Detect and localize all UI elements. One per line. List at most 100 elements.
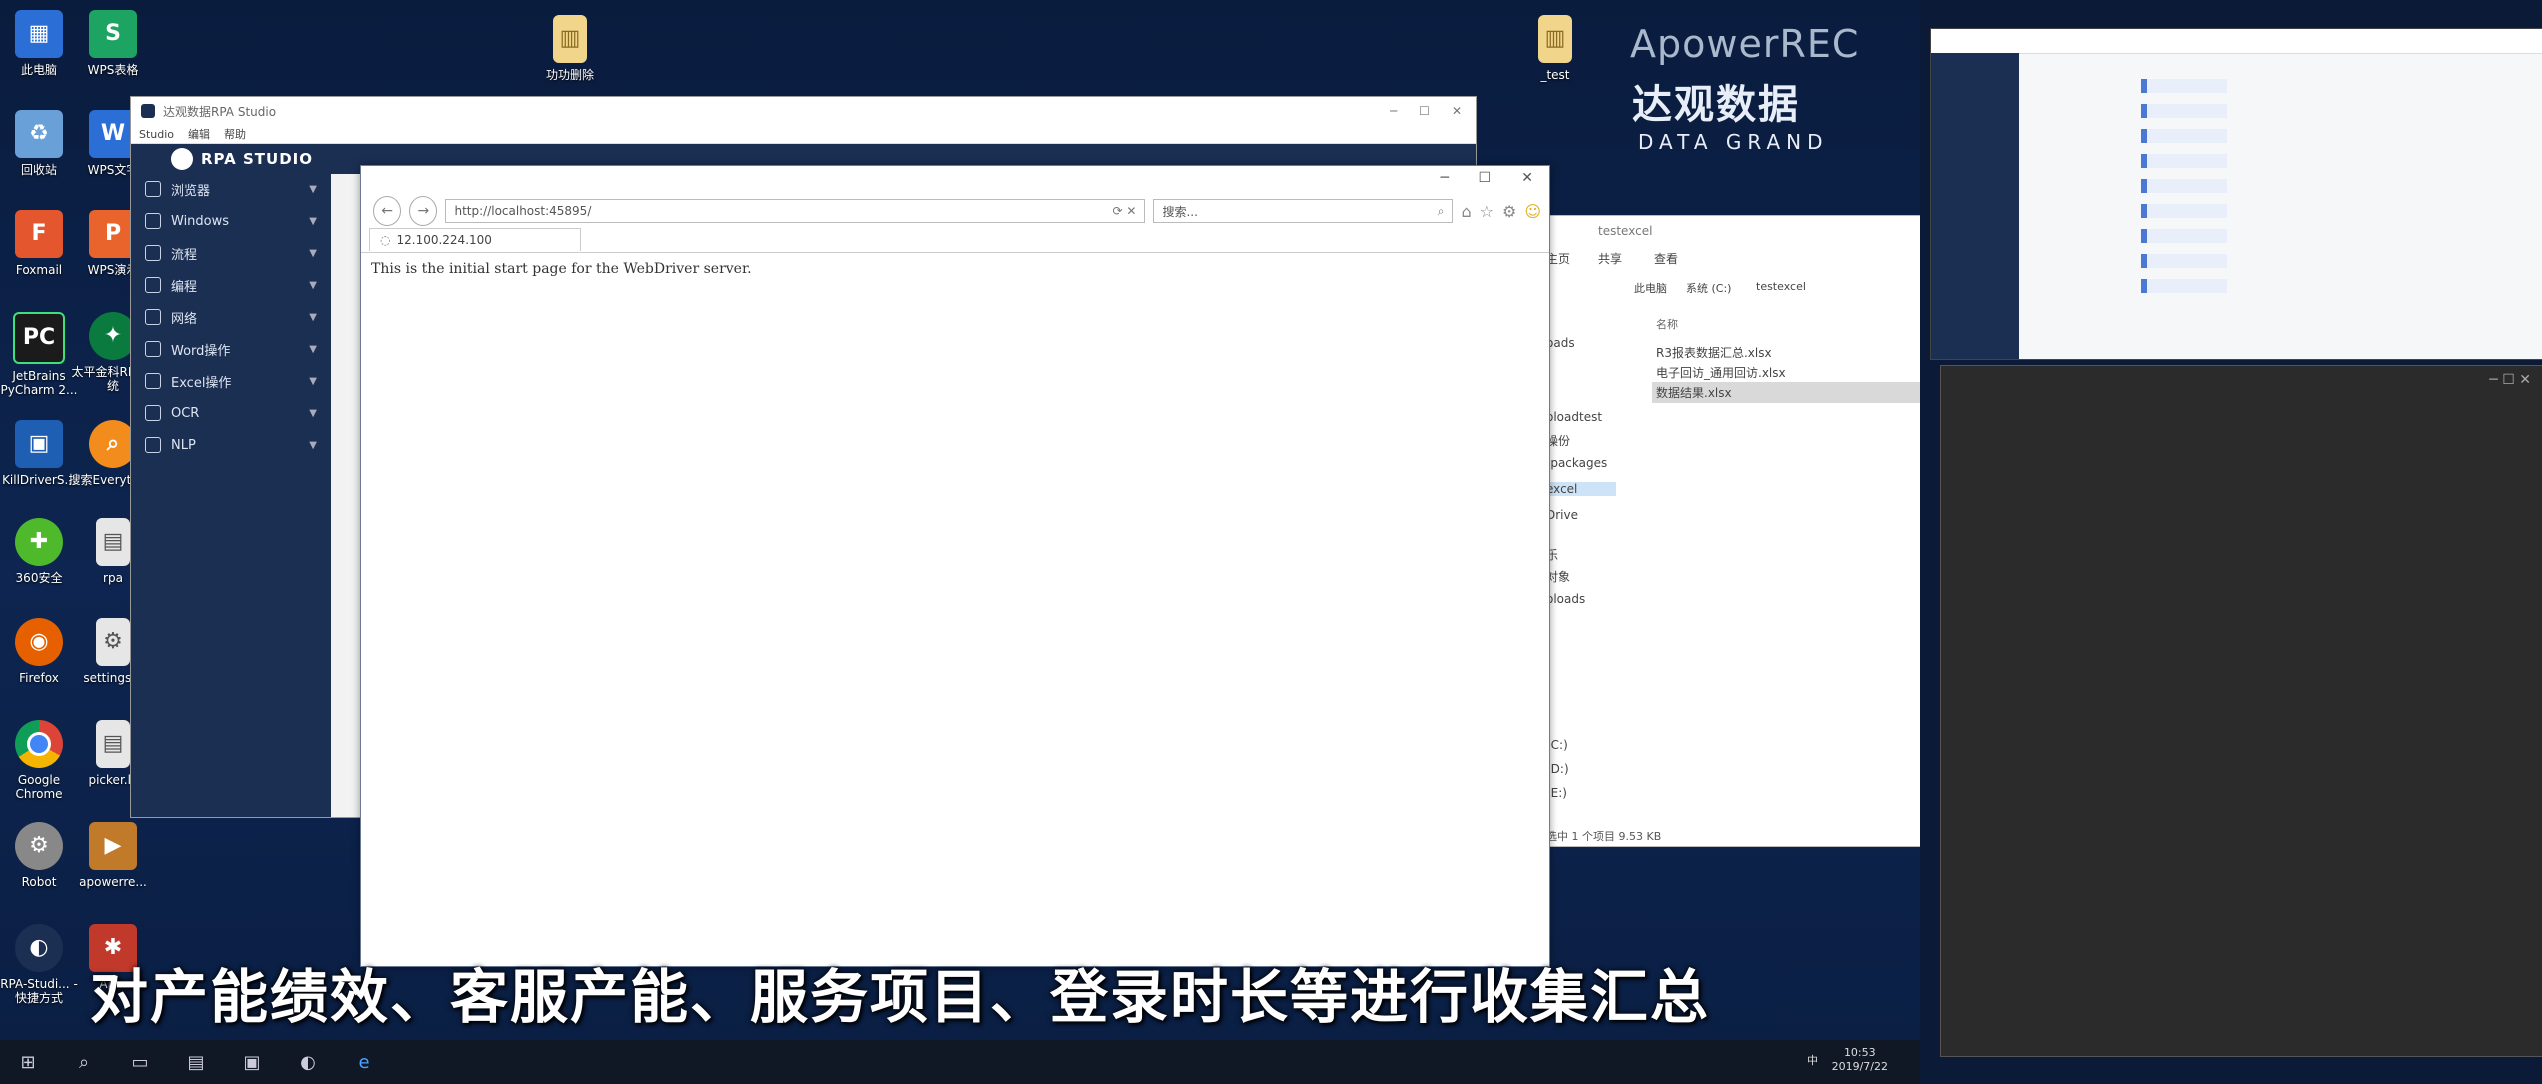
file-explorer-icon[interactable]: ▤	[168, 1040, 224, 1084]
word-icon	[145, 341, 161, 357]
rpa-menubar: Studio 编辑 帮助	[131, 125, 1476, 144]
ie-taskbar-icon[interactable]: e	[336, 1040, 392, 1084]
ie-browser-window[interactable]: ─ ☐ ✕ ← → http://localhost:45895/⟳ ✕ 搜索.…	[360, 165, 1550, 967]
datagrand-logo-en: DATA GRAND	[1638, 130, 1829, 154]
sidebar-item-windows[interactable]: Windows ▼	[131, 205, 331, 237]
datagrand-logo-cn: 达观数据	[1632, 82, 1800, 128]
search-input[interactable]: 搜索... ⌕	[1153, 199, 1454, 223]
nav-item-selected[interactable]: excel	[1546, 482, 1616, 496]
flow-node	[2141, 179, 2227, 193]
nav-item[interactable]: -packages	[1546, 456, 1607, 470]
search-icon[interactable]: ⌕	[1438, 204, 1445, 219]
chevron-down-icon: ▼	[309, 439, 317, 451]
menu-studio[interactable]: Studio	[139, 128, 174, 141]
flow-node	[2141, 254, 2227, 268]
chevron-down-icon: ▼	[309, 183, 317, 195]
windows-icon	[145, 213, 161, 229]
explorer-title: testexcel	[1598, 224, 1653, 238]
desktop: ▦ 此电脑 S WPS表格 ♻ 回收站 W WPS文字 F Foxmail P WPS演示 …	[0, 0, 1920, 1050]
flow-node	[2141, 154, 2227, 168]
flow-icon	[145, 245, 161, 261]
sidebar-item-browser[interactable]: 浏览器 ▼	[131, 173, 331, 205]
nav-item[interactable]: oads	[1546, 336, 1575, 350]
rpa-sidebar: 浏览器 ▼ Windows ▼ 流程 ▼ 编程 ▼ 网络 ▼ Word操作 ▼ Excel操…	[131, 173, 331, 817]
browser-tab[interactable]: ◌ 12.100.224.100	[369, 228, 581, 251]
clock-date: 2019/7/22	[1831, 1060, 1888, 1073]
chrome-icon	[15, 720, 63, 768]
flow-node	[2141, 104, 2227, 118]
rpa-studio-titlebar[interactable]: 达观数据RPA Studio ─ ☐ ✕	[131, 97, 1476, 125]
sidebar-item-nlp[interactable]: NLP ▼	[131, 429, 331, 461]
sidebar-item-label: OCR	[171, 405, 200, 421]
chevron-down-icon: ▼	[309, 215, 317, 227]
sidebar-item-label: 浏览器	[171, 183, 211, 199]
favorites-icon[interactable]: ☆	[1480, 202, 1494, 221]
ie-titlebar[interactable]: ─ ☐ ✕	[361, 166, 1549, 196]
desktop-icon-folder-2[interactable]: ▥ _test	[1510, 15, 1600, 82]
ribbon-tab-share[interactable]: 共享	[1598, 250, 1622, 267]
close-icon[interactable]: ✕	[1521, 170, 1533, 186]
url-input[interactable]: http://localhost:45895/⟳ ✕	[445, 199, 1146, 223]
nav-item[interactable]: Drive	[1546, 508, 1578, 522]
sidebar-item-network[interactable]: 网络 ▼	[131, 301, 331, 333]
system-clock[interactable]: 中 10:53 2019/7/22	[1807, 1046, 1888, 1074]
chevron-down-icon: ▼	[309, 311, 317, 323]
rpa-window-title: 达观数据RPA Studio	[163, 104, 277, 119]
home-icon[interactable]: ⌂	[1461, 202, 1471, 221]
taskbar: ⊞ ⌕ ▭ ▤ ▣ ◐ e 中 10:53 2019/7/22	[0, 1040, 1920, 1084]
search-icon[interactable]: ⌕	[56, 1040, 112, 1084]
windows-start-icon[interactable]: ⊞	[0, 1040, 56, 1084]
browser-icon	[145, 181, 161, 197]
ribbon-tab-view[interactable]: 查看	[1654, 250, 1678, 267]
ie-address-bar: ← → http://localhost:45895/⟳ ✕ 搜索... ⌕ ⌂ …	[373, 196, 1541, 226]
minimize-icon[interactable]: ─	[1441, 170, 1449, 186]
sidebar-item-label: Excel操作	[171, 375, 232, 391]
close-icon[interactable]: ✕	[1452, 104, 1462, 118]
nav-item[interactable]: oloadtest	[1546, 410, 1602, 424]
store-icon[interactable]: ▣	[224, 1040, 280, 1084]
refresh-icon[interactable]: ⟳ ✕	[1113, 204, 1137, 218]
flow-node	[2141, 204, 2227, 218]
explorer-status: 选中 1 个项目 9.53 KB	[1546, 830, 1662, 843]
tools-icon[interactable]: ⚙	[1502, 202, 1516, 221]
chevron-down-icon: ▼	[309, 247, 317, 259]
file-row-selected[interactable]: 数据结果.xlsx	[1652, 382, 1920, 403]
forward-icon[interactable]: →	[409, 196, 438, 226]
menu-help[interactable]: 帮助	[224, 126, 246, 142]
sidebar-item-flow[interactable]: 流程 ▼	[131, 237, 331, 269]
foxmail-icon: F	[15, 210, 63, 258]
desktop-icon-folder-1[interactable]: ▥ 功功删除	[525, 15, 615, 82]
chevron-down-icon: ▼	[309, 343, 317, 355]
path-segment[interactable]: 此电脑	[1634, 280, 1667, 296]
file-row[interactable]: R3报表数据汇总.xlsx	[1656, 344, 1772, 361]
sidebar-item-ocr[interactable]: OCR ▼	[131, 397, 331, 429]
nav-item[interactable]: oloads	[1546, 592, 1585, 606]
sidebar-item-label: 流程	[171, 247, 198, 263]
wps-sheet-icon: S	[89, 10, 137, 58]
sidebar-item-code[interactable]: 编程 ▼	[131, 269, 331, 301]
sidebar-item-word[interactable]: Word操作 ▼	[131, 333, 331, 365]
rpa-studio-taskbar-icon[interactable]: ◐	[280, 1040, 336, 1084]
network-icon	[145, 309, 161, 325]
code-icon	[145, 277, 161, 293]
pycharm-icon: PC	[13, 312, 65, 364]
maximize-icon[interactable]: ☐	[1419, 104, 1430, 118]
path-segment[interactable]: 系统 (C:)	[1686, 280, 1731, 296]
back-icon[interactable]: ←	[373, 196, 402, 226]
column-header-name[interactable]: 名称	[1656, 316, 1678, 332]
chevron-down-icon: ▼	[309, 279, 317, 291]
menu-edit[interactable]: 编辑	[188, 126, 210, 142]
minimize-icon[interactable]: ─	[1390, 104, 1397, 118]
file-row[interactable]: 电子回访_通用回访.xlsx	[1656, 364, 1786, 381]
tray-lang[interactable]: 中	[1807, 1054, 1818, 1068]
task-view-icon[interactable]: ▭	[112, 1040, 168, 1084]
path-segment[interactable]: testexcel	[1756, 280, 1806, 293]
file-icon: ▤	[96, 720, 130, 768]
maximize-icon[interactable]: ☐	[1478, 170, 1491, 186]
sidebar-item-label: 编程	[171, 279, 198, 295]
desktop-icon-wps-sheet[interactable]: S WPS表格	[68, 10, 158, 77]
desktop-icon-apowerrec[interactable]: ▶ apowerre...	[68, 822, 158, 889]
smiley-icon[interactable]: ☺	[1524, 202, 1541, 221]
file-explorer-window[interactable]: testexcel 主页 共享 查看 此电脑 系统 (C:) testexcel…	[1545, 215, 1920, 847]
sidebar-item-excel[interactable]: Excel操作 ▼	[131, 365, 331, 397]
